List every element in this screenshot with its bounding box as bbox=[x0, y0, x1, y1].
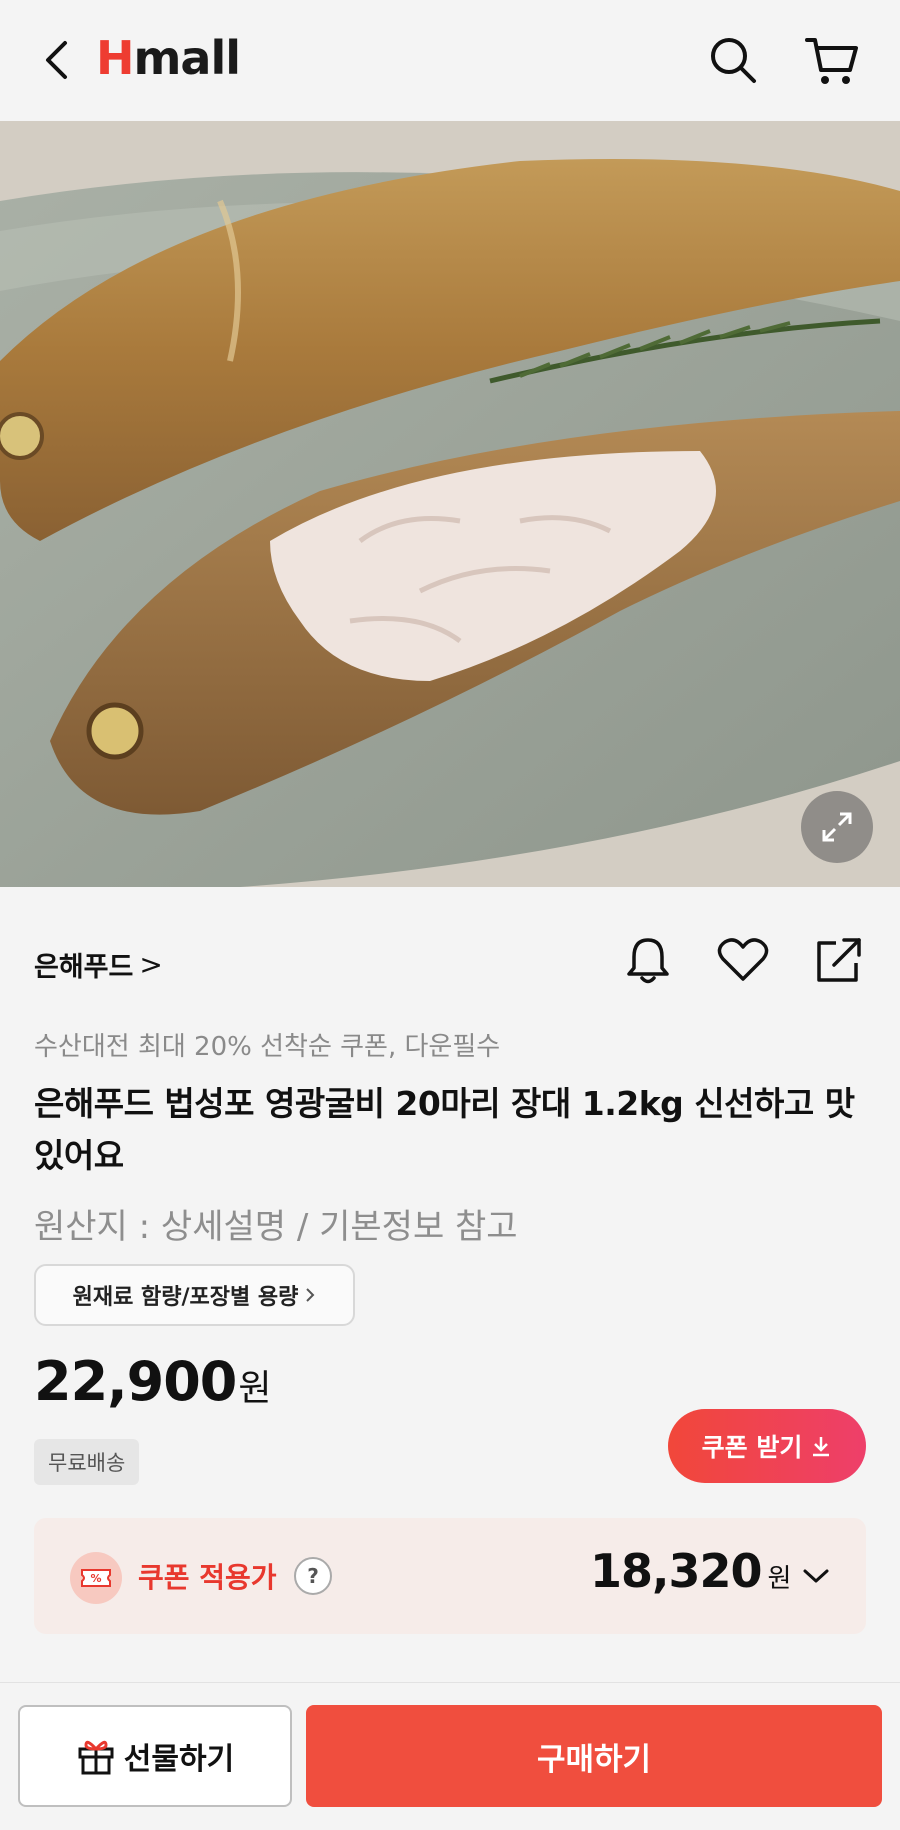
bottom-action-bar: 선물하기 구매하기 bbox=[0, 1682, 900, 1830]
bell-icon bbox=[627, 938, 669, 984]
origin-text: 원산지 : 상세설명 / 기본정보 참고 bbox=[34, 1207, 518, 1247]
back-button[interactable] bbox=[36, 34, 76, 86]
hmall-logo[interactable]: Hmall bbox=[96, 30, 242, 86]
price-value: 22,900 bbox=[34, 1350, 237, 1413]
gift-button[interactable]: 선물하기 bbox=[18, 1705, 292, 1807]
product-title: 은해푸드 법성포 영광굴비 20마리 장대 1.2kg 신선하고 맛있어요 bbox=[34, 1084, 855, 1175]
buy-label: 구매하기 bbox=[536, 1741, 652, 1778]
coupon-price-panel: % 쿠폰 적용가 ? 18,320 원 bbox=[34, 1518, 866, 1634]
brand-link[interactable]: 은해푸드 > bbox=[34, 945, 163, 984]
ingredient-info-label: 원재료 함량/포장별 용량 bbox=[72, 1285, 299, 1310]
help-icon: ? bbox=[307, 1564, 319, 1588]
chevron-down-icon bbox=[803, 1569, 829, 1583]
coupon-expand-button[interactable] bbox=[796, 1556, 836, 1596]
coupon-ticket-icon: % bbox=[70, 1552, 122, 1604]
gift-label: 선물하기 bbox=[123, 1742, 235, 1777]
download-icon bbox=[813, 1437, 830, 1457]
fullscreen-button[interactable] bbox=[801, 791, 873, 863]
gift-icon bbox=[78, 1740, 114, 1775]
coupon-price-label: 쿠폰 적용가 bbox=[138, 1561, 277, 1594]
product-image[interactable] bbox=[0, 121, 900, 887]
logo-text: mall bbox=[133, 31, 242, 85]
chevron-left-icon bbox=[46, 41, 67, 79]
top-app-bar: Hmall bbox=[0, 0, 900, 121]
coupon-price: 18,320 원 bbox=[590, 1544, 791, 1598]
shipping-badge: 무료배송 bbox=[34, 1439, 140, 1485]
get-coupon-button[interactable]: 쿠폰 받기 bbox=[668, 1409, 866, 1483]
cart-button[interactable] bbox=[804, 32, 860, 88]
brand-name: 은해푸드 bbox=[34, 952, 134, 983]
buy-button[interactable]: 구매하기 bbox=[306, 1705, 882, 1807]
share-button[interactable] bbox=[809, 930, 869, 990]
coupon-ticket-text: % bbox=[90, 1572, 101, 1585]
expand-icon bbox=[822, 812, 852, 842]
notify-button[interactable] bbox=[618, 930, 678, 990]
cart-icon bbox=[805, 38, 858, 84]
chevron-right-icon: > bbox=[139, 947, 163, 981]
logo-letter: H bbox=[96, 31, 134, 85]
wishlist-button[interactable] bbox=[713, 930, 773, 990]
search-button[interactable] bbox=[705, 32, 761, 88]
get-coupon-label: 쿠폰 받기 bbox=[701, 1433, 803, 1462]
price: 22,900 원 bbox=[34, 1350, 272, 1413]
coupon-price-value: 18,320 bbox=[590, 1544, 763, 1598]
heart-icon bbox=[717, 938, 769, 981]
share-icon bbox=[817, 938, 861, 982]
price-unit: 원 bbox=[238, 1368, 272, 1409]
chevron-right-icon bbox=[306, 1288, 315, 1302]
grilled-fish-illustration bbox=[0, 121, 900, 887]
coupon-price-unit: 원 bbox=[767, 1564, 792, 1594]
search-icon bbox=[711, 38, 756, 83]
ingredient-info-button[interactable]: 원재료 함량/포장별 용량 bbox=[34, 1264, 355, 1326]
coupon-help-button[interactable]: ? bbox=[294, 1557, 332, 1595]
promo-text: 수산대전 최대 20% 선착순 쿠폰, 다운필수 bbox=[34, 1032, 501, 1062]
